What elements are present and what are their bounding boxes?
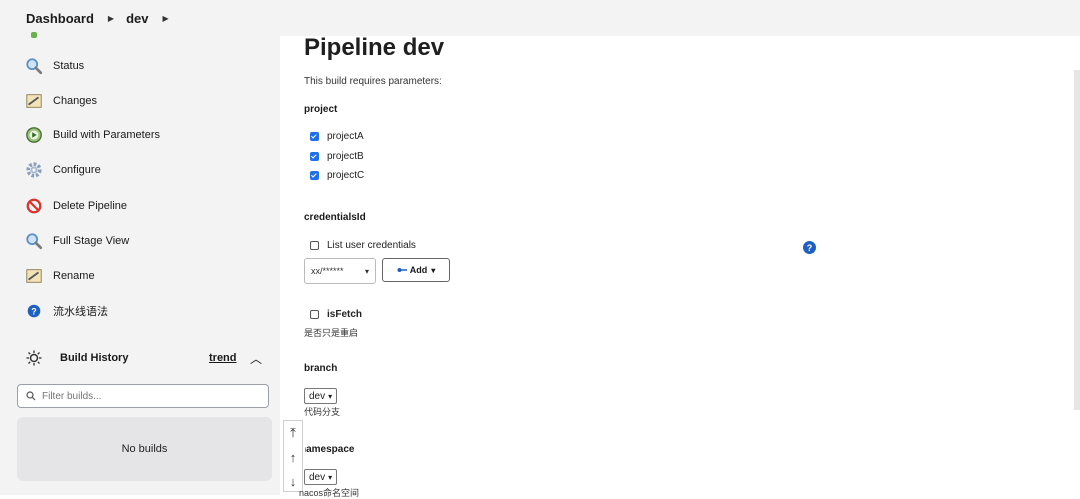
sidebar-item-label: Delete Pipeline	[53, 200, 127, 212]
caret-down-icon: ▾	[431, 265, 436, 275]
sidebar-item-label: Configure	[53, 164, 101, 176]
build-history-title: Build History	[60, 352, 129, 364]
sidebar-item-label: Full Stage View	[53, 235, 130, 247]
help-icon: ?	[24, 301, 44, 321]
chevron-down-icon: ▾	[328, 472, 333, 482]
sidebar: Status Changes Build with Parameters Con…	[0, 32, 280, 495]
checkbox-projectC[interactable]: projectC	[310, 170, 364, 181]
breadcrumb-dev[interactable]: dev	[126, 11, 148, 26]
no-builds-panel: No builds	[17, 417, 272, 481]
help-icon[interactable]: ?	[803, 241, 816, 254]
clock-play-icon	[24, 125, 44, 145]
page-title: Pipeline dev	[304, 34, 445, 61]
checkbox-label: List user credentials	[327, 240, 416, 251]
namespace-label-text: namespace	[305, 444, 355, 455]
chevron-up-icon[interactable]: ︿	[250, 350, 262, 367]
page-subtitle: This build requires parameters:	[304, 76, 442, 87]
param-namespace-label: namespace	[305, 444, 365, 455]
checkbox-unchecked-icon[interactable]	[310, 310, 319, 319]
sidebar-item-configure[interactable]: Configure	[24, 156, 101, 184]
filter-builds-input-wrapper[interactable]	[17, 384, 269, 408]
sidebar-item-delete-pipeline[interactable]: Delete Pipeline	[24, 192, 127, 220]
build-history-header: Build History trend ︿	[10, 342, 272, 374]
checkbox-unchecked-icon[interactable]	[310, 241, 319, 250]
namespace-select-value: dev	[309, 471, 326, 483]
sidebar-item-label: Rename	[53, 270, 95, 282]
checkbox-isFetch[interactable]: isFetch	[310, 309, 362, 320]
checkbox-list-user-credentials[interactable]: List user credentials	[310, 240, 416, 251]
build-history-icon	[26, 350, 42, 366]
breadcrumb-separator-icon[interactable]: ▶	[162, 14, 168, 23]
chevron-down-icon: ▾	[328, 391, 333, 401]
no-entry-icon	[24, 196, 44, 216]
isFetch-description: 是否只是重启	[304, 328, 359, 338]
param-branch-label: branch	[304, 363, 338, 374]
sidebar-item-build-with-parameters[interactable]: Build with Parameters	[24, 121, 160, 149]
page-scrollbar[interactable]	[1074, 70, 1080, 410]
sidebar-item-changes[interactable]: Changes	[24, 87, 97, 115]
breadcrumb-separator-icon[interactable]: ▶	[108, 14, 114, 23]
credentials-select[interactable]: xx/****** ▾	[304, 258, 376, 284]
trend-link[interactable]: trend	[209, 352, 237, 364]
search-icon	[26, 391, 36, 401]
scroll-controls: ⤒ ↑ ↓	[283, 420, 303, 492]
add-button-label: Add	[409, 265, 428, 275]
scroll-top-icon[interactable]: ⤒	[284, 421, 302, 445]
sidebar-item-label: Changes	[53, 95, 98, 107]
breadcrumb-dashboard[interactable]: Dashboard	[26, 11, 94, 26]
sidebar-item-full-stage-view[interactable]: Full Stage View	[24, 227, 129, 255]
chevron-down-icon: ▾	[364, 266, 369, 276]
sidebar-item-label: Status	[53, 60, 85, 72]
add-credentials-button[interactable]: Add ▾	[382, 258, 450, 282]
main-content: Pipeline dev This build requires paramet…	[299, 34, 1074, 498]
notepad-icon	[24, 266, 44, 286]
partial-icon	[31, 32, 37, 38]
branch-select[interactable]: dev ▾	[304, 388, 338, 404]
sidebar-item-status[interactable]: Status	[24, 52, 84, 80]
checkbox-checked-icon[interactable]	[310, 152, 319, 161]
gear-icon	[24, 160, 44, 180]
sidebar-item-label: 流水线语法	[53, 306, 108, 318]
no-builds-text: No builds	[121, 443, 168, 455]
magnifier-icon	[24, 56, 44, 76]
param-credentials-label: credentialsId	[304, 212, 366, 223]
checkbox-projectA[interactable]: projectA	[310, 131, 364, 142]
sidebar-item-label: Build with Parameters	[53, 129, 160, 141]
notepad-icon	[24, 91, 44, 111]
checkbox-label: projectA	[327, 131, 364, 142]
checkbox-checked-icon[interactable]	[310, 171, 319, 180]
namespace-select[interactable]: dev ▾	[304, 469, 338, 485]
checkbox-label: projectB	[327, 151, 364, 162]
credentials-select-value: xx/******	[311, 266, 344, 276]
branch-select-value: dev	[309, 390, 326, 402]
checkbox-checked-icon[interactable]	[310, 132, 319, 141]
scroll-up-icon[interactable]: ↑	[284, 445, 302, 469]
param-project-label: project	[304, 104, 338, 115]
branch-description: 代码分支	[304, 407, 341, 417]
sidebar-item-rename[interactable]: Rename	[24, 262, 95, 290]
svg-text:?: ?	[31, 307, 37, 317]
filter-builds-input[interactable]	[40, 389, 264, 403]
namespace-description: nacos命名空间	[299, 488, 360, 498]
checkbox-label: projectC	[327, 170, 365, 181]
checkbox-label: isFetch	[327, 309, 363, 320]
checkbox-projectB[interactable]: projectB	[310, 151, 364, 162]
breadcrumb: Dashboard ▶ dev ▶	[0, 0, 1080, 36]
magnifier-icon	[24, 231, 44, 251]
sidebar-item-pipeline-syntax[interactable]: ? 流水线语法	[24, 297, 108, 325]
key-icon	[397, 267, 407, 273]
